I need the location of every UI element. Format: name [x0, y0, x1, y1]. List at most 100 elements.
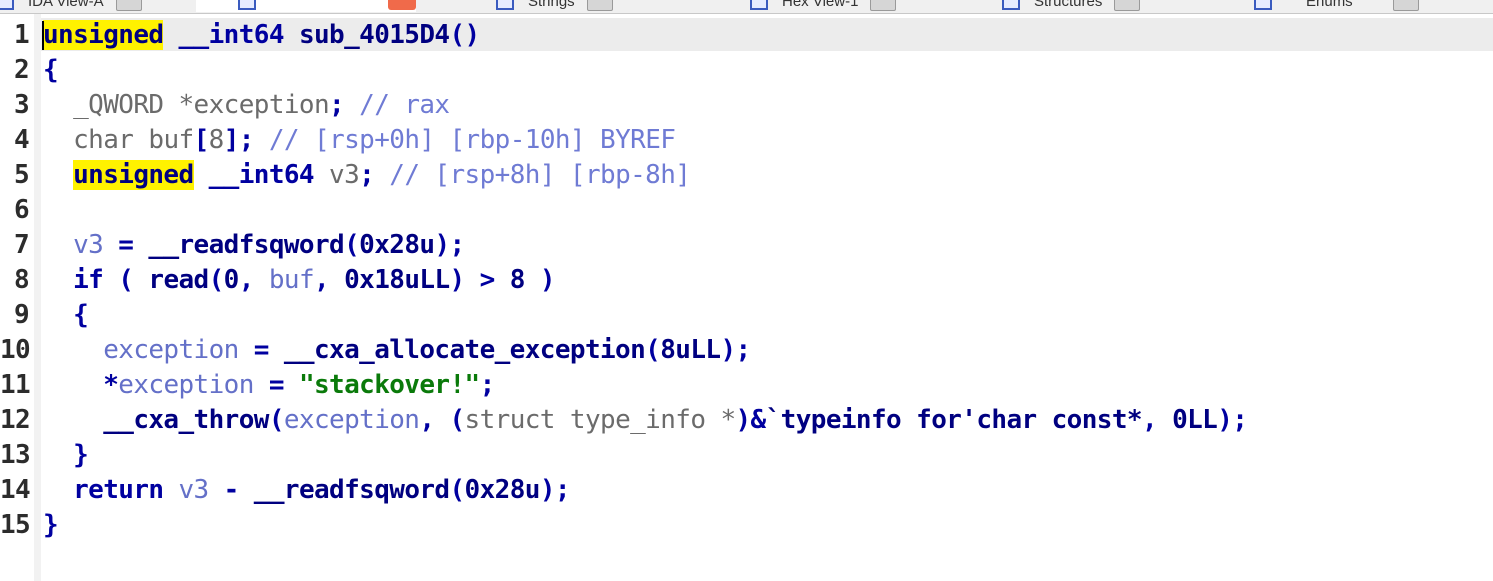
- code-token: );: [1217, 405, 1248, 435]
- code-text[interactable]: return v3 - __readfsqword(0x28u);: [43, 473, 570, 508]
- tab-structures[interactable]: Structures: [1002, 0, 1141, 12]
- code-token[interactable]: // [rsp+0h] [rbp-10h] BYREF: [269, 125, 676, 155]
- code-text[interactable]: }: [43, 438, 89, 473]
- code-token[interactable]: read: [148, 265, 209, 295]
- close-icon[interactable]: [115, 0, 142, 11]
- tab-hex-view[interactable]: Hex View-1: [750, 0, 897, 12]
- code-line[interactable]: 7 v3 = __readfsqword(0x28u);: [0, 228, 1493, 263]
- code-token[interactable]: buf: [269, 265, 315, 295]
- code-token: );: [720, 335, 751, 365]
- code-text[interactable]: _QWORD *exception; // rax: [43, 88, 450, 123]
- code-line[interactable]: 12 __cxa_throw(exception, (struct type_i…: [0, 403, 1493, 438]
- code-token[interactable]: if: [73, 265, 104, 295]
- tab-ida-view[interactable]: IDA View-A: [0, 0, 142, 12]
- tab-pseudocode[interactable]: Pseudocode-A: [196, 0, 417, 12]
- tab-label: Strings: [528, 0, 575, 10]
- code-token[interactable]: __int64: [179, 20, 285, 50]
- code-text[interactable]: char buf[8]; // [rsp+0h] [rbp-10h] BYREF: [43, 123, 676, 158]
- code-token[interactable]: v3: [329, 160, 360, 190]
- code-line[interactable]: 10 exception = __cxa_allocate_exception(…: [0, 333, 1493, 368]
- code-text[interactable]: v3 = __readfsqword(0x28u);: [43, 228, 465, 263]
- code-token[interactable]: 8uLL: [660, 335, 721, 365]
- code-token: (: [449, 475, 465, 505]
- code-token[interactable]: 0LL: [1172, 405, 1218, 435]
- code-token[interactable]: v3: [73, 230, 104, 260]
- code-token[interactable]: 0x18uLL: [344, 265, 450, 295]
- code-text[interactable]: {: [43, 298, 89, 333]
- close-icon[interactable]: [1392, 0, 1419, 11]
- code-token[interactable]: 0x28u: [465, 475, 541, 505]
- close-icon[interactable]: [870, 0, 897, 11]
- code-token[interactable]: // rax: [359, 90, 450, 120]
- code-token[interactable]: `typeinfo for'char const*: [766, 405, 1143, 435]
- code-line[interactable]: 9 {: [0, 298, 1493, 333]
- code-text[interactable]: *exception = "stackover!";: [43, 368, 495, 403]
- pseudocode-view[interactable]: 1 unsigned __int64 sub_4015D4() 2{3 _QWORD…: [0, 18, 1493, 543]
- code-token[interactable]: __int64: [209, 160, 315, 190]
- code-token[interactable]: exception: [118, 370, 254, 400]
- code-token[interactable]: struct type_info *: [465, 405, 737, 435]
- tab-enums[interactable]: Enums: [1254, 0, 1419, 12]
- code-text[interactable]: __cxa_throw(exception, (struct type_info…: [43, 403, 1248, 438]
- code-token: ,: [238, 265, 269, 295]
- code-token[interactable]: exception: [103, 335, 239, 365]
- line-number: 4: [13, 125, 30, 155]
- code-line[interactable]: 8 if ( read(0, buf, 0x18uLL) > 8 ): [0, 263, 1493, 298]
- code-line[interactable]: 1 unsigned __int64 sub_4015D4(): [0, 18, 1493, 53]
- strings-icon: [496, 0, 514, 10]
- code-token[interactable]: // [rsp+8h] [rbp-8h]: [389, 160, 691, 190]
- code-token: (: [344, 230, 360, 260]
- code-line[interactable]: 11 *exception = "stackover!";: [0, 368, 1493, 403]
- code-line[interactable]: 15}: [0, 508, 1493, 543]
- code-text[interactable]: unsigned __int64 sub_4015D4(): [43, 18, 480, 53]
- code-token[interactable]: exception: [284, 405, 420, 435]
- code-token[interactable]: 0: [224, 265, 240, 295]
- code-line[interactable]: 4 char buf[8]; // [rsp+0h] [rbp-10h] BYR…: [0, 123, 1493, 158]
- line-number: 7: [13, 230, 30, 260]
- code-token: ): [524, 265, 556, 295]
- code-text[interactable]: if ( read(0, buf, 0x18uLL) > 8 ): [43, 263, 555, 298]
- code-line[interactable]: 14 return v3 - __readfsqword(0x28u);: [0, 473, 1493, 508]
- code-text[interactable]: unsigned __int64 v3; // [rsp+8h] [rbp-8h…: [43, 158, 691, 193]
- code-token[interactable]: __cxa_allocate_exception: [284, 335, 646, 365]
- code-token[interactable]: sub_4015D4: [299, 20, 450, 50]
- code-token[interactable]: char: [73, 125, 134, 155]
- code-token[interactable]: *exception: [179, 90, 330, 120]
- code-line[interactable]: 13 }: [0, 438, 1493, 473]
- line-number: 10: [0, 335, 31, 365]
- code-token[interactable]: 8: [209, 125, 225, 155]
- code-text[interactable]: }: [43, 508, 59, 543]
- code-token[interactable]: "stackover!": [299, 370, 480, 400]
- line-number: 6: [13, 195, 30, 225]
- code-line[interactable]: 6: [0, 193, 1493, 228]
- close-icon[interactable]: [388, 0, 417, 10]
- code-token[interactable]: __readfsqword: [254, 475, 450, 505]
- code-line[interactable]: 3 _QWORD *exception; // rax: [0, 88, 1493, 123]
- code-token[interactable]: 8: [510, 265, 526, 295]
- code-token[interactable]: unsigned: [73, 160, 194, 190]
- code-token[interactable]: v3: [179, 475, 210, 505]
- code-token[interactable]: unsigned: [43, 20, 164, 50]
- code-token: ];: [223, 125, 269, 155]
- close-icon[interactable]: [586, 0, 613, 11]
- ida-view-icon: [0, 0, 14, 10]
- code-text[interactable]: {: [43, 53, 59, 88]
- code-token[interactable]: _QWORD: [73, 90, 164, 120]
- code-text[interactable]: exception = __cxa_allocate_exception(8uL…: [43, 333, 751, 368]
- code-line[interactable]: 2{: [0, 53, 1493, 88]
- tab-strings[interactable]: Strings: [496, 0, 613, 12]
- code-token[interactable]: __cxa_throw: [103, 405, 269, 435]
- close-icon[interactable]: [1114, 0, 1141, 11]
- code-token[interactable]: return: [73, 475, 164, 505]
- code-token[interactable]: 0x28u: [359, 230, 435, 260]
- tab-bar: IDA View-A Pseudocode-A Strings Hex View…: [0, 0, 1493, 14]
- code-token[interactable]: buf: [148, 125, 194, 155]
- tab-label: IDA View-A: [28, 0, 104, 10]
- code-token[interactable]: __readfsqword: [148, 230, 344, 260]
- code-line[interactable]: 5 unsigned __int64 v3; // [rsp+8h] [rbp-…: [0, 158, 1493, 193]
